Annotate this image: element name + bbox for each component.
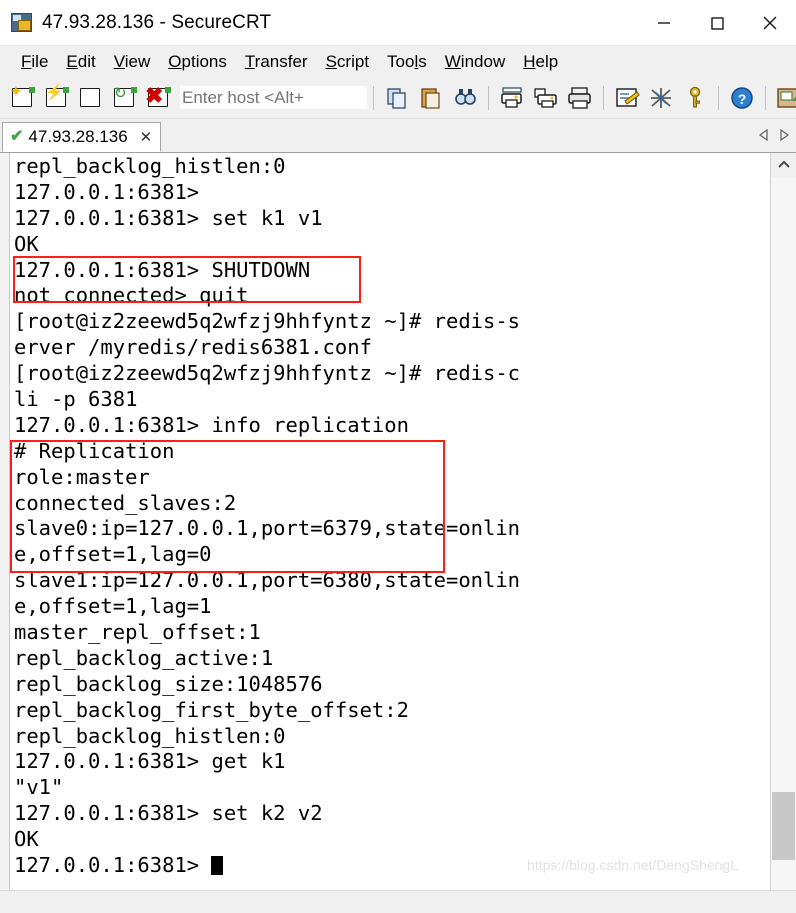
- securecrt-window: 47.93.28.136 - SecureCRT File Edit View …: [0, 0, 796, 913]
- terminal-left-gutter: [0, 153, 10, 890]
- terminal-scrollbar[interactable]: [770, 153, 796, 890]
- green-check-icon: ✔: [10, 128, 24, 145]
- window-controls: [637, 0, 796, 45]
- terminal-line: repl_backlog_size:1048576: [14, 671, 323, 696]
- terminal-line: e,offset=1,lag=0: [14, 542, 212, 567]
- terminal-line: OK: [14, 231, 39, 256]
- new-session-icon[interactable]: ✦: [9, 84, 37, 112]
- print-selection-icon[interactable]: [532, 84, 560, 112]
- key-icon[interactable]: [681, 84, 709, 112]
- host-input[interactable]: [180, 86, 367, 109]
- menu-bar: File Edit View Options Transfer Script T…: [0, 46, 796, 77]
- terminal-line: 127.0.0.1:6381>: [14, 179, 200, 204]
- tab-label: 47.93.28.136: [28, 127, 128, 146]
- close-button[interactable]: [743, 0, 796, 45]
- terminal-screen[interactable]: repl_backlog_histlen:0 127.0.0.1:6381> 127…: [10, 153, 770, 890]
- maximize-button[interactable]: [690, 0, 743, 45]
- terminal-line: repl_backlog_histlen:0: [14, 154, 286, 178]
- terminal-line: # Replication: [14, 438, 175, 463]
- menu-edit[interactable]: Edit: [57, 50, 104, 74]
- terminal-line: 127.0.0.1:6381> set k1 v1: [14, 205, 323, 230]
- toolbar-separator-5: [765, 85, 766, 110]
- menu-window[interactable]: Window: [436, 50, 514, 74]
- terminal-line: erver /myredis/redis6381.conf: [14, 335, 372, 360]
- print-icon[interactable]: [498, 84, 526, 112]
- window-title: 47.93.28.136 - SecureCRT: [42, 11, 272, 33]
- scrollbar-track[interactable]: [771, 177, 796, 890]
- terminal-line: [root@iz2zeewd5q2wfzj9hhfyntz ~]# redis-…: [14, 361, 521, 386]
- paste-icon[interactable]: [417, 84, 445, 112]
- tab-scroll-controls: [758, 128, 790, 147]
- terminal-line: repl_backlog_histlen:0: [14, 723, 286, 748]
- scroll-thumb[interactable]: [772, 792, 795, 860]
- terminal-line: li -p 6381: [14, 387, 138, 412]
- terminal-prompt: 127.0.0.1:6381>: [14, 853, 212, 878]
- session-options-icon[interactable]: [613, 84, 641, 112]
- menu-options[interactable]: Options: [159, 50, 236, 74]
- title-bar: 47.93.28.136 - SecureCRT: [0, 0, 796, 46]
- status-bar: [0, 890, 796, 913]
- session-manager-icon[interactable]: [775, 84, 796, 112]
- terminal-line: 127.0.0.1:6381> get k1: [14, 749, 286, 774]
- chevron-right-icon[interactable]: [778, 128, 790, 147]
- menu-tools[interactable]: Tools: [378, 50, 436, 74]
- terminal-line: [root@iz2zeewd5q2wfzj9hhfyntz ~]# redis-…: [14, 309, 521, 334]
- terminal-output: repl_backlog_histlen:0 127.0.0.1:6381> 127…: [14, 154, 520, 879]
- terminal-line: "v1": [14, 775, 64, 800]
- tab-close-icon[interactable]: ✕: [140, 128, 153, 146]
- toolbar-separator-4: [718, 85, 719, 110]
- find-icon[interactable]: [451, 84, 479, 112]
- terminal-line: slave1:ip=127.0.0.1,port=6380,state=onli…: [14, 568, 521, 593]
- svg-text:?: ?: [738, 91, 747, 107]
- terminal-line: slave0:ip=127.0.0.1,port=6379,state=onli…: [14, 516, 521, 541]
- reconnect-icon[interactable]: ↻: [111, 84, 139, 112]
- minimize-button[interactable]: [637, 0, 690, 45]
- session-tab-47-93-28-136[interactable]: ✔ 47.93.28.136 ✕: [2, 122, 162, 152]
- copy-icon[interactable]: [383, 84, 411, 112]
- toolbar: ✦ ⚡ ↻ ✖ Enter host <Alt+ ?: [0, 77, 796, 119]
- tab-bar: ✔ 47.93.28.136 ✕: [0, 119, 796, 153]
- toolbar-separator-1: [373, 85, 374, 110]
- terminal-line: connected_slaves:2: [14, 490, 237, 515]
- terminal-line: 127.0.0.1:6381> info replication: [14, 412, 409, 437]
- connect-in-tab-icon[interactable]: [77, 84, 105, 112]
- chevron-up-icon[interactable]: [771, 153, 796, 177]
- terminal-line: 127.0.0.1:6381> SHUTDOWN: [14, 257, 311, 282]
- terminal-line: 127.0.0.1:6381> set k2 v2: [14, 801, 323, 826]
- menu-file[interactable]: File: [12, 50, 57, 74]
- terminal-line: e,offset=1,lag=1: [14, 594, 212, 619]
- terminal-line: repl_backlog_first_byte_offset:2: [14, 697, 409, 722]
- menu-view[interactable]: View: [105, 50, 160, 74]
- menu-script[interactable]: Script: [317, 50, 378, 74]
- help-icon[interactable]: ?: [728, 84, 756, 112]
- menu-transfer[interactable]: Transfer: [236, 50, 317, 74]
- terminal-line: role:master: [14, 464, 150, 489]
- terminal-prompt-line: 127.0.0.1:6381>: [14, 853, 520, 879]
- terminal-line: repl_backlog_active:1: [14, 645, 274, 670]
- securecrt-icon: [11, 12, 33, 33]
- terminal-line: OK: [14, 827, 39, 852]
- quick-connect-icon[interactable]: ⚡: [43, 84, 71, 112]
- block-cursor: [211, 856, 224, 876]
- disconnect-icon[interactable]: ✖: [145, 84, 173, 112]
- terminal-line: not connected> quit: [14, 283, 249, 308]
- print-screen-icon[interactable]: [566, 84, 594, 112]
- menu-help[interactable]: Help: [514, 50, 567, 74]
- terminal-area: repl_backlog_histlen:0 127.0.0.1:6381> 127…: [0, 153, 796, 890]
- terminal-line: master_repl_offset:1: [14, 620, 261, 645]
- toggle-chat-icon[interactable]: [647, 84, 675, 112]
- toolbar-separator-3: [603, 85, 604, 110]
- chevron-left-icon[interactable]: [758, 128, 770, 147]
- toolbar-separator-2: [488, 85, 489, 110]
- watermark: https://blog.csdn.net/DengShengL: [527, 857, 738, 873]
